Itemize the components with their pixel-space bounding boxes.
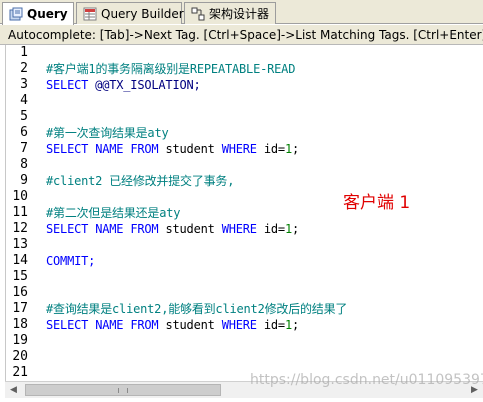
sql-identifier: student bbox=[165, 142, 215, 156]
sql-terminator: ; bbox=[291, 318, 299, 332]
line-number: 2 bbox=[20, 61, 28, 76]
watermark: https://blog.csdn.net/u011095397 bbox=[250, 372, 483, 388]
sql-keyword: SELECT bbox=[46, 142, 89, 156]
sql-keyword: SELECT bbox=[46, 318, 89, 332]
client-annotation: 客户端 1 bbox=[343, 193, 411, 213]
code-line: SELECT NAME FROM student WHERE id=1; bbox=[46, 317, 299, 333]
sql-identifier: id bbox=[263, 222, 278, 236]
sql-keyword: NAME bbox=[95, 318, 124, 332]
tab-schema-designer-label: 架构设计器 bbox=[209, 7, 270, 21]
sql-operator: = bbox=[277, 142, 285, 156]
line-number: 18 bbox=[12, 317, 28, 332]
sql-number: 1 bbox=[284, 318, 292, 332]
sql-keyword: COMMIT; bbox=[46, 254, 96, 268]
sql-number: 1 bbox=[284, 222, 292, 236]
sql-keyword: NAME bbox=[95, 142, 124, 156]
code-comment: #第一次查询结果是aty bbox=[46, 126, 169, 140]
autocomplete-hint: Autocomplete: [Tab]->Next Tag. [Ctrl+Spa… bbox=[0, 25, 483, 45]
sql-identifier: student bbox=[165, 318, 215, 332]
sql-keyword: NAME bbox=[95, 222, 124, 236]
sql-keyword: WHERE bbox=[221, 318, 257, 332]
sql-keyword: SELECT bbox=[46, 78, 89, 92]
line-number: 8 bbox=[20, 157, 28, 172]
sql-terminator: ; bbox=[291, 222, 299, 236]
line-number: 7 bbox=[20, 141, 28, 156]
tab-query-builder[interactable]: Query Builder bbox=[76, 2, 184, 24]
scroll-left-button[interactable]: ◀ bbox=[5, 382, 22, 398]
query-icon bbox=[9, 7, 23, 21]
tab-query-builder-label: Query Builder bbox=[101, 6, 184, 21]
code-comment: #查询结果是client2,能够看到client2修改后的结果了 bbox=[46, 302, 348, 316]
sql-keyword: WHERE bbox=[221, 222, 257, 236]
line-number: 17 bbox=[12, 301, 28, 316]
query-builder-icon bbox=[83, 7, 97, 21]
sql-terminator: ; bbox=[291, 142, 299, 156]
code-line: SELECT NAME FROM student WHERE id=1; bbox=[46, 221, 299, 237]
code-comment: #client2 已经修改并提交了事务, bbox=[46, 174, 235, 188]
tab-query[interactable]: Query bbox=[2, 2, 74, 25]
code-line: SELECT @@TX_ISOLATION; bbox=[46, 77, 201, 93]
sql-operator: = bbox=[277, 222, 285, 236]
sql-keyword: FROM bbox=[130, 142, 159, 156]
line-number: 4 bbox=[20, 93, 28, 108]
code-comment: #客户端1的事务隔离级别是REPEATABLE-READ bbox=[46, 62, 296, 76]
sql-keyword: FROM bbox=[130, 318, 159, 332]
line-number: 5 bbox=[20, 109, 28, 124]
schema-designer-icon bbox=[191, 7, 205, 21]
code-line: SELECT NAME FROM student WHERE id=1; bbox=[46, 141, 299, 157]
line-number: 20 bbox=[12, 349, 28, 364]
line-number: 10 bbox=[12, 189, 28, 204]
line-number: 6 bbox=[20, 125, 28, 140]
sql-keyword: FROM bbox=[130, 222, 159, 236]
line-number: 13 bbox=[12, 237, 28, 252]
grip-icon bbox=[118, 388, 128, 393]
sql-identifier: id bbox=[263, 318, 278, 332]
sql-identifier: id bbox=[263, 142, 278, 156]
sql-operator: = bbox=[277, 318, 285, 332]
scroll-thumb[interactable] bbox=[25, 384, 221, 396]
line-number: 11 bbox=[12, 205, 28, 220]
line-number: 3 bbox=[20, 77, 28, 92]
line-number: 21 bbox=[12, 365, 28, 380]
line-number: 9 bbox=[20, 173, 28, 188]
line-number: 16 bbox=[12, 285, 28, 300]
line-number: 1 bbox=[20, 45, 28, 60]
tab-bar: Query Query Builder 架构设计器 bbox=[0, 0, 483, 25]
line-number: 14 bbox=[12, 253, 28, 268]
sql-keyword: WHERE bbox=[221, 142, 257, 156]
line-number: 19 bbox=[12, 333, 28, 348]
sql-number: 1 bbox=[284, 142, 292, 156]
line-number: 15 bbox=[12, 269, 28, 284]
sql-identifier: student bbox=[165, 222, 215, 236]
tab-schema-designer[interactable]: 架构设计器 bbox=[184, 2, 276, 24]
code-comment: #第二次但是结果还是aty bbox=[46, 206, 181, 220]
line-number-gutter: 1 2 3 4 5 6 7 8 9 10 11 12 13 14 15 16 1… bbox=[6, 45, 34, 389]
sql-variable: @@TX_ISOLATION; bbox=[88, 78, 201, 92]
tab-query-label: Query bbox=[27, 7, 68, 21]
line-number: 12 bbox=[12, 221, 28, 236]
sql-editor[interactable]: 1 2 3 4 5 6 7 8 9 10 11 12 13 14 15 16 1… bbox=[5, 45, 483, 389]
sql-keyword: SELECT bbox=[46, 222, 89, 236]
arrow-left-icon: ◀ bbox=[10, 385, 17, 395]
